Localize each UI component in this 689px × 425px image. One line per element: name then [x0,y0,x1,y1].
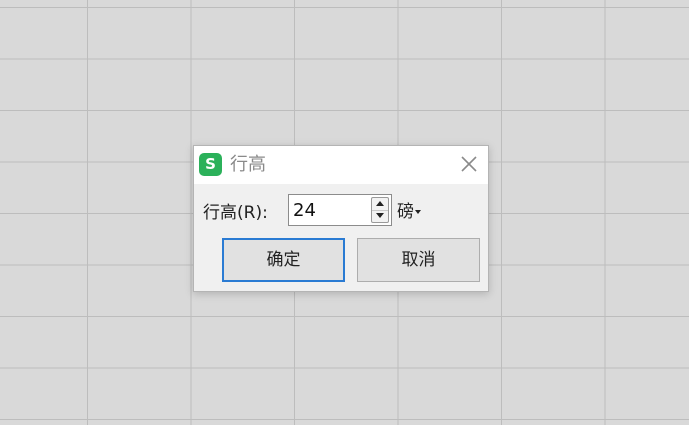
caret-down-icon [415,210,421,214]
unit-dropdown[interactable]: 磅 [397,201,421,223]
spin-buttons [371,197,389,223]
spin-down-arrow-icon[interactable] [372,210,388,222]
close-button[interactable] [456,152,482,178]
close-icon [461,156,477,172]
row-height-stepper[interactable] [288,194,392,226]
row-height-input[interactable] [293,199,363,221]
dialog-titlebar: S 行高 [194,146,488,184]
dialog-title: 行高 [230,154,266,175]
wps-spreadsheet-icon: S [199,153,222,176]
ok-button[interactable]: 确定 [222,238,345,282]
cancel-button[interactable]: 取消 [357,238,480,282]
row-height-label: 行高(R): [203,203,268,223]
unit-label: 磅 [397,202,414,222]
row-height-dialog: S 行高 行高(R): 磅 确定 取消 [193,145,489,292]
